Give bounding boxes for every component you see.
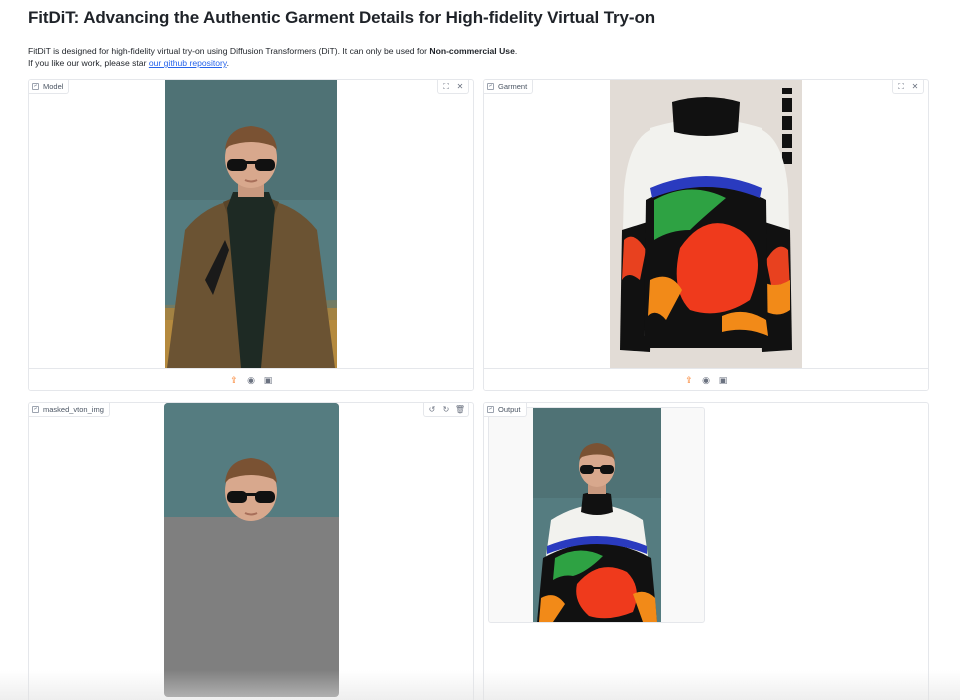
garment-image-panel[interactable]: Garment ⛶ ✕ ⇪ ◉ ▣ (483, 79, 929, 391)
description-text: FitDiT is designed for high-fidelity vir… (28, 46, 430, 56)
close-icon[interactable]: ✕ (454, 80, 466, 93)
masked-image (164, 403, 339, 697)
fullscreen-icon[interactable]: ⛶ (895, 80, 907, 93)
upload-icon[interactable]: ⇪ (684, 375, 694, 385)
model-label-text: Model (43, 82, 64, 91)
fullscreen-icon[interactable]: ⛶ (440, 80, 452, 93)
output-label: Output (484, 403, 527, 417)
description-period: . (514, 46, 518, 56)
undo-icon[interactable]: ↺ (426, 403, 438, 416)
close-icon[interactable]: ✕ (909, 80, 921, 93)
description-line-1: FitDiT is designed for high-fidelity vir… (28, 45, 517, 57)
image-icon (487, 83, 494, 90)
page-title: FitDiT: Advancing the Authentic Garment … (28, 8, 656, 27)
garment-label-text: Garment (498, 82, 528, 91)
output-preview-frame (488, 407, 705, 623)
output-photo (533, 408, 661, 622)
garment-toolbar: ⛶ ✕ (892, 80, 924, 94)
model-toolbar: ⛶ ✕ (437, 80, 469, 94)
garment-label: Garment (484, 80, 534, 94)
masked-vton-panel[interactable]: masked_vton_img ↺ ↻ 🗑 (28, 402, 474, 700)
model-label: Model (29, 80, 70, 94)
masked-label-text: masked_vton_img (43, 405, 104, 414)
star-request-text: If you like our work, please star (28, 58, 149, 68)
webcam-icon[interactable]: ◉ (701, 375, 711, 385)
link-period: . (226, 58, 229, 68)
output-image[interactable] (533, 408, 661, 622)
model-image (165, 80, 337, 368)
upload-icon[interactable]: ⇪ (229, 375, 239, 385)
image-icon (32, 406, 39, 413)
github-repository-link[interactable]: our github repository (149, 58, 227, 68)
description-line-2: If you like our work, please star our gi… (28, 57, 517, 69)
masked-toolbar: ↺ ↻ 🗑 (423, 403, 469, 417)
image-icon (487, 406, 494, 413)
output-panel: Output (483, 402, 929, 700)
garment-image (610, 80, 802, 368)
garment-photo (610, 80, 802, 368)
image-icon (32, 83, 39, 90)
model-image-panel[interactable]: Model ⛶ ✕ ⇪ ◉ ▣ (28, 79, 474, 391)
clipboard-icon[interactable]: ▣ (263, 375, 273, 385)
model-source-bar: ⇪ ◉ ▣ (29, 368, 473, 390)
brand-mark-graphic (782, 88, 792, 164)
output-label-text: Output (498, 405, 521, 414)
page-description: FitDiT is designed for high-fidelity vir… (28, 45, 517, 69)
non-commercial-label: Non-commercial Use (429, 46, 515, 56)
trash-icon[interactable]: 🗑 (454, 403, 466, 416)
masked-label: masked_vton_img (29, 403, 110, 417)
redo-icon[interactable]: ↻ (440, 403, 452, 416)
garment-source-bar: ⇪ ◉ ▣ (484, 368, 928, 390)
clipboard-icon[interactable]: ▣ (718, 375, 728, 385)
model-photo (165, 80, 337, 368)
masked-photo (164, 403, 339, 697)
webcam-icon[interactable]: ◉ (246, 375, 256, 385)
